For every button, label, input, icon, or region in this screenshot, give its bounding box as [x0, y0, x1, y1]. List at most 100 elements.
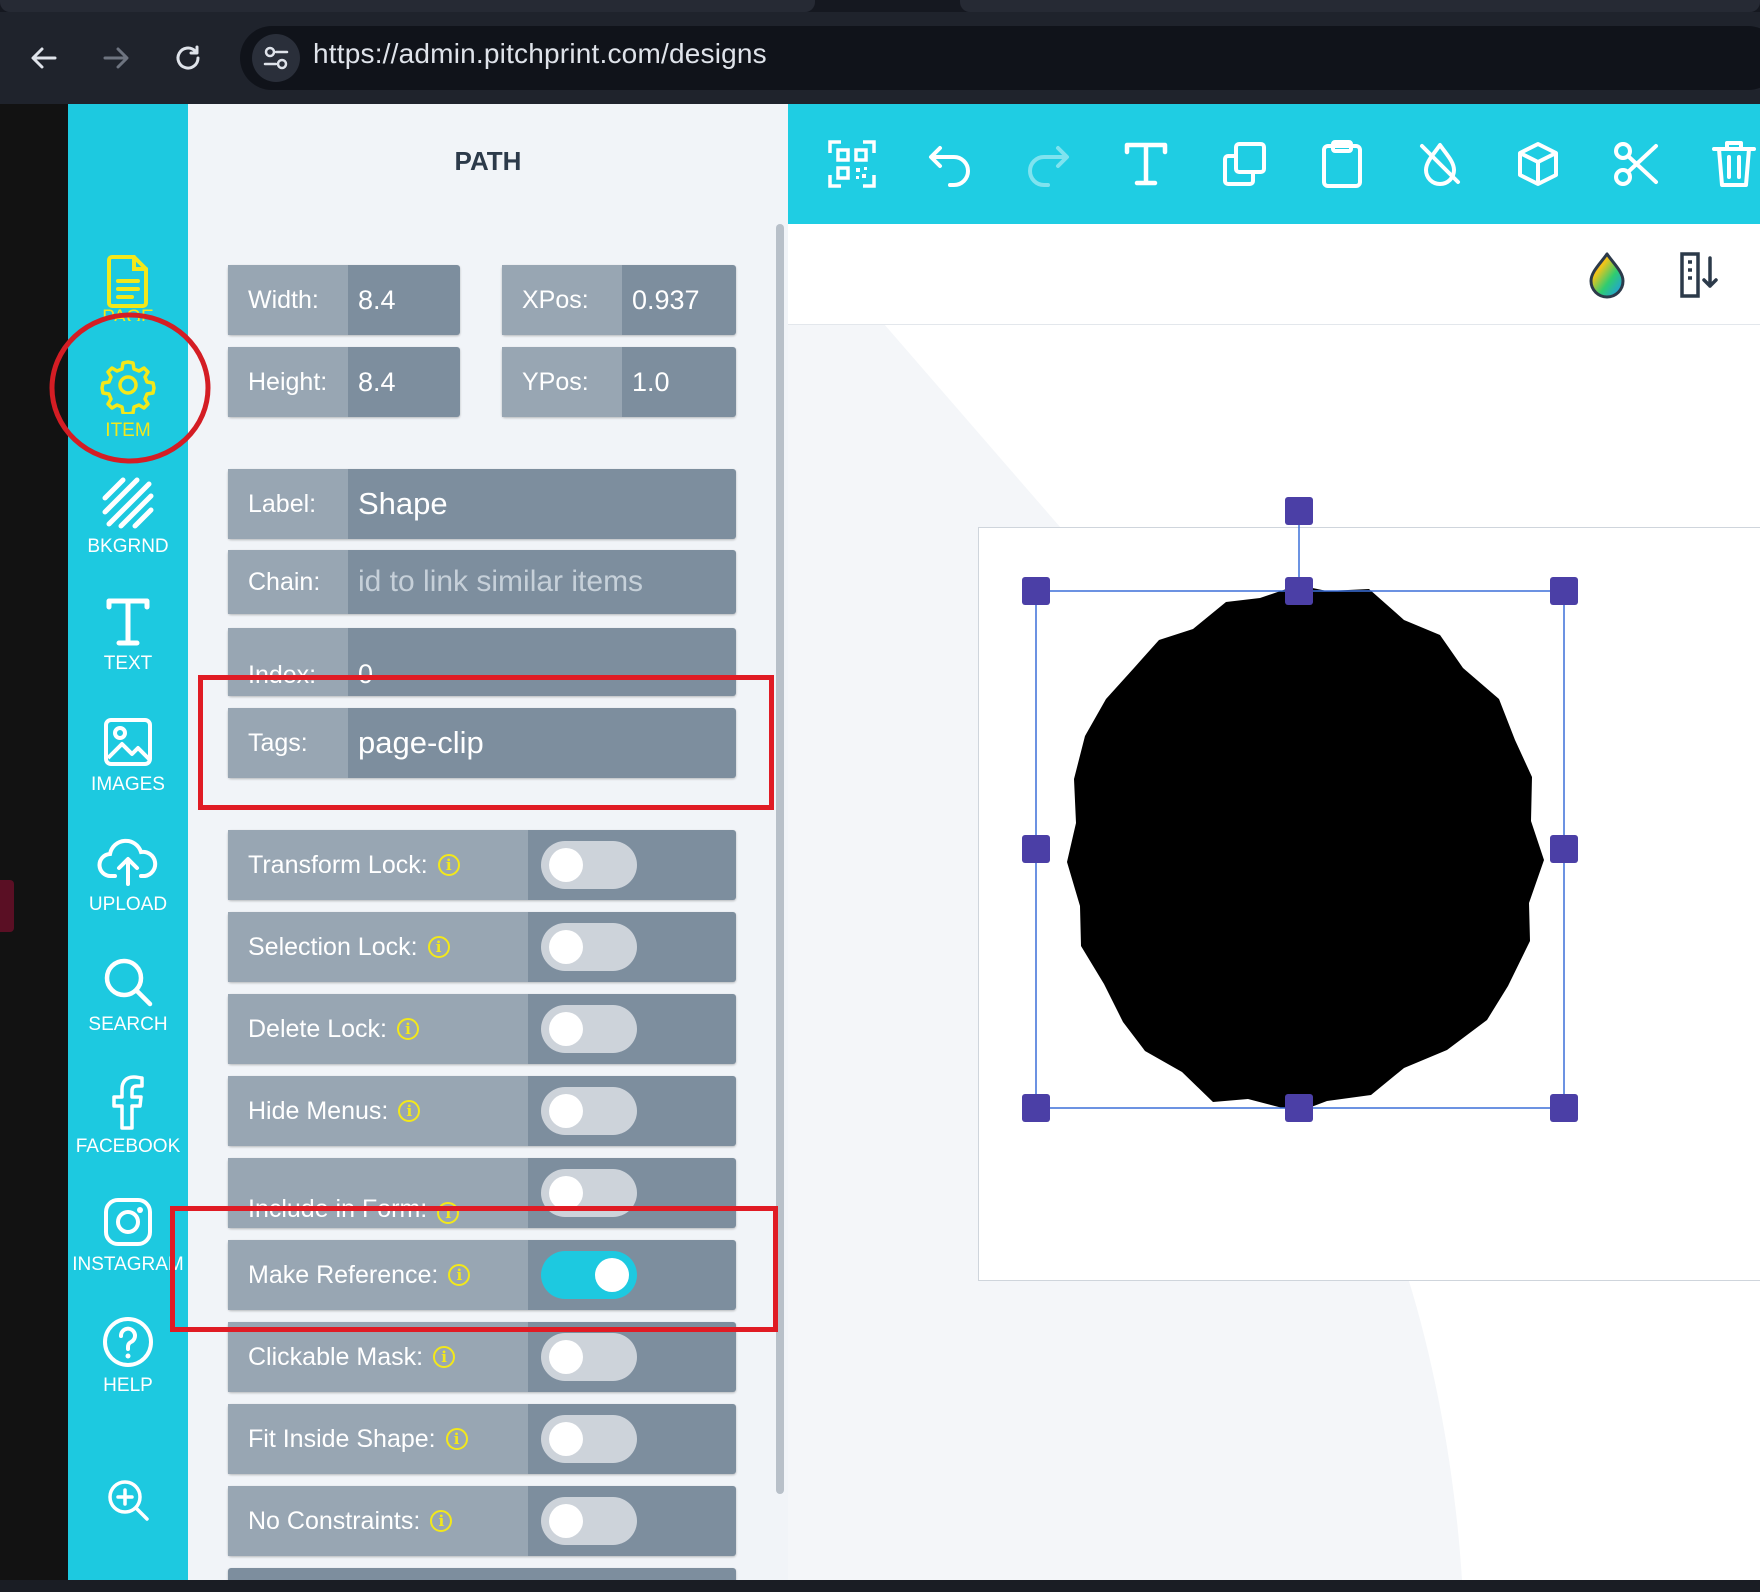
help-icon	[103, 1317, 153, 1367]
clickable-mask-row: Clickable Mask: i	[228, 1322, 736, 1392]
undo-icon	[929, 146, 970, 187]
chain-input[interactable]: id to link similar items	[348, 550, 736, 614]
switch-knob	[549, 848, 583, 882]
height-field: Height: 8.4	[228, 347, 460, 417]
toggle-label: No Constraints: i	[228, 1486, 528, 1556]
browser-tab[interactable]	[0, 0, 815, 12]
transform-lock-switch[interactable]	[541, 841, 637, 889]
nav-item-upload[interactable]: UPLOAD	[68, 817, 188, 935]
text-icon	[1124, 142, 1168, 186]
undo-button[interactable]	[918, 132, 982, 196]
scissors-icon	[1614, 142, 1658, 186]
no-fill-button[interactable]	[1408, 132, 1472, 196]
toggle-label-text: Hide Menus:	[248, 1096, 389, 1125]
next-row-partial	[228, 1568, 736, 1580]
toggle-label: Selection Lock: i	[228, 912, 528, 982]
cut-button[interactable]	[1604, 132, 1668, 196]
resize-handle[interactable]	[1285, 1094, 1313, 1122]
width-input[interactable]: 8.4	[348, 265, 460, 335]
reload-button[interactable]	[164, 34, 212, 82]
label-label: Label:	[228, 469, 348, 539]
polygon-shape[interactable]	[1067, 585, 1544, 1112]
info-icon[interactable]: i	[437, 854, 460, 876]
resize-handle[interactable]	[1022, 835, 1050, 863]
toggle-label: Fit Inside Shape: i	[228, 1404, 528, 1474]
add-text-button[interactable]	[1114, 132, 1178, 196]
label-field: Label: Shape	[228, 469, 736, 539]
nav-item-background[interactable]: BKGRND	[68, 458, 188, 576]
selection-lock-switch[interactable]	[541, 923, 637, 971]
page-swap-button[interactable]	[1676, 250, 1722, 300]
ypos-input[interactable]: 1.0	[622, 347, 736, 417]
zoom-in-icon	[108, 1480, 149, 1521]
color-drop-icon	[1589, 252, 1625, 299]
switch-knob	[549, 1504, 583, 1538]
toggle-label-text: Selection Lock:	[248, 932, 418, 961]
bottom-bar	[0, 1580, 1760, 1592]
3d-button[interactable]	[1506, 132, 1570, 196]
site-settings-button[interactable]	[252, 34, 300, 82]
nav-item-search[interactable]: SEARCH	[68, 937, 188, 1055]
height-label: Height:	[228, 347, 348, 417]
background-app-marker	[0, 880, 14, 932]
duplicate-icon	[1223, 142, 1266, 186]
resize-handle[interactable]	[1022, 1094, 1050, 1122]
rotate-handle[interactable]	[1285, 497, 1313, 525]
info-icon[interactable]: i	[430, 1510, 453, 1532]
qr-code-button[interactable]	[820, 132, 884, 196]
info-icon[interactable]: i	[433, 1346, 456, 1368]
toggle-label-text: Transform Lock:	[248, 850, 428, 879]
nav-item-facebook[interactable]: FACEBOOK	[68, 1057, 188, 1175]
document-icon	[107, 255, 148, 308]
paste-button[interactable]	[1310, 132, 1374, 196]
duplicate-button[interactable]	[1212, 132, 1276, 196]
height-input[interactable]: 8.4	[348, 347, 460, 417]
annotation-circle	[49, 312, 211, 464]
xpos-input[interactable]: 0.937	[622, 265, 736, 335]
url-text[interactable]: https://admin.pitchprint.com/designs	[313, 38, 767, 70]
browser-tab[interactable]	[960, 0, 1760, 12]
delete-lock-row: Delete Lock: i	[228, 994, 736, 1064]
redo-button[interactable]	[1016, 132, 1080, 196]
back-button[interactable]	[20, 34, 68, 82]
reload-icon	[176, 45, 200, 70]
stripes-icon	[102, 477, 154, 529]
switch-knob	[549, 1094, 583, 1128]
info-icon[interactable]: i	[398, 1100, 421, 1122]
delete-lock-switch[interactable]	[541, 1005, 637, 1053]
annotation-box-tags	[198, 675, 774, 810]
nav-label: TEXT	[103, 653, 153, 674]
width-field: Width: 8.4	[228, 265, 460, 335]
label-input[interactable]: Shape	[348, 469, 736, 539]
forward-button[interactable]	[92, 34, 140, 82]
toggle-label: Clickable Mask: i	[228, 1322, 528, 1392]
hide-menus-switch[interactable]	[541, 1087, 637, 1135]
resize-handle[interactable]	[1550, 577, 1578, 605]
resize-handle[interactable]	[1285, 577, 1313, 605]
switch-knob	[549, 1422, 583, 1456]
clickable-mask-switch[interactable]	[541, 1333, 637, 1381]
nav-item-images[interactable]: IMAGES	[68, 697, 188, 815]
info-icon[interactable]: i	[427, 936, 450, 958]
info-icon[interactable]: i	[445, 1428, 468, 1450]
nav-item-text[interactable]: TEXT	[68, 577, 188, 695]
no-constraints-switch[interactable]	[541, 1497, 637, 1545]
cloud-upload-icon	[97, 838, 158, 886]
qr-code-icon	[828, 140, 876, 188]
zoom-in-button[interactable]	[106, 1478, 150, 1522]
resize-handle[interactable]	[1022, 577, 1050, 605]
fit-inside-shape-switch[interactable]	[541, 1415, 637, 1463]
ypos-field: YPos: 1.0	[502, 347, 736, 417]
toggle-label-text: Clickable Mask:	[248, 1342, 424, 1371]
delete-button[interactable]	[1702, 132, 1760, 196]
selection-lock-row: Selection Lock: i	[228, 912, 736, 982]
resize-handle[interactable]	[1550, 835, 1578, 863]
info-icon[interactable]: i	[396, 1018, 419, 1040]
fit-inside-shape-row: Fit Inside Shape: i	[228, 1404, 736, 1474]
resize-handle[interactable]	[1550, 1094, 1578, 1122]
toggle-label-text: No Constraints:	[248, 1506, 421, 1535]
selected-shape-group[interactable]	[1000, 490, 1600, 1130]
color-drop-button[interactable]	[1582, 250, 1632, 300]
cube-icon	[1518, 142, 1558, 186]
ypos-label: YPos:	[502, 347, 622, 417]
